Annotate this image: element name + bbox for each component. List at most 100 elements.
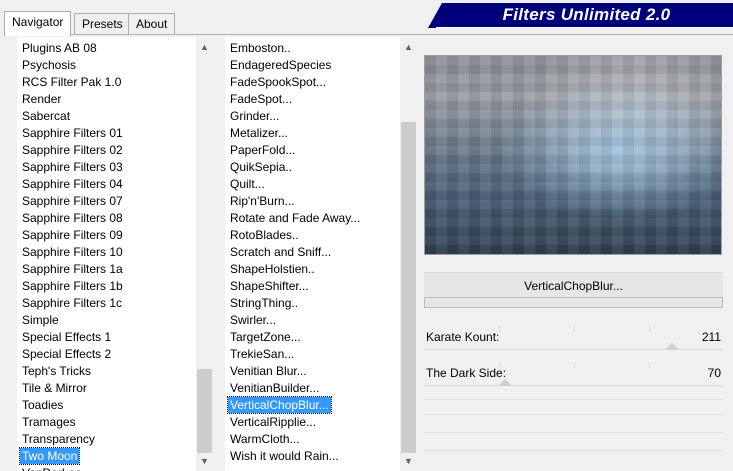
list-item[interactable]: Transparency: [17, 431, 196, 448]
list-item[interactable]: EndageredSpecies: [225, 57, 400, 74]
list-item[interactable]: Simple: [17, 312, 196, 329]
filter-name-label: VerticalChopBlur...: [424, 272, 723, 298]
list-item[interactable]: Sapphire Filters 03: [17, 159, 196, 176]
list-item[interactable]: QuikSepia..: [225, 159, 400, 176]
list-item-label: Sapphire Filters 10: [22, 245, 123, 259]
category-scroll-thumb[interactable]: [197, 369, 212, 453]
filter-scrollbar[interactable]: ▲ ▼: [400, 37, 417, 471]
list-item-label: Sapphire Filters 1c: [22, 296, 123, 310]
list-item[interactable]: Toadies: [17, 397, 196, 414]
slider-the-dark-side[interactable]: The Dark Side: 70: [424, 362, 723, 388]
list-item-label: Sapphire Filters 1a: [22, 262, 123, 276]
list-item[interactable]: Rotate and Fade Away...: [225, 210, 400, 227]
list-item-label: Teph's Tricks: [22, 364, 91, 378]
category-scrollbar[interactable]: ▲ ▼: [196, 37, 213, 471]
list-item[interactable]: VerticalRipplie...: [225, 414, 400, 431]
list-item[interactable]: Sapphire Filters 1a: [17, 261, 196, 278]
list-item-label: Quilt...: [230, 177, 265, 191]
list-item[interactable]: Special Effects 1: [17, 329, 196, 346]
list-item[interactable]: Venitian Blur...: [225, 363, 400, 380]
slider-value: 70: [707, 366, 721, 380]
list-item[interactable]: Sapphire Filters 10: [17, 244, 196, 261]
list-item[interactable]: Special Effects 2: [17, 346, 196, 363]
list-item[interactable]: Psychosis: [17, 57, 196, 74]
list-item-label: Rip'n'Burn...: [230, 194, 295, 208]
list-item-label: Render: [22, 92, 62, 106]
list-item[interactable]: Render: [17, 91, 196, 108]
list-item[interactable]: Plugins AB 08: [17, 40, 196, 57]
list-item[interactable]: StringThing..: [225, 295, 400, 312]
list-item-label: Simple: [22, 313, 59, 327]
list-item-label: Transparency: [22, 432, 95, 446]
list-item[interactable]: Sapphire Filters 08: [17, 210, 196, 227]
list-item-label: Emboston..: [230, 41, 291, 55]
category-list[interactable]: Plugins AB 08 Psychosis RCS Filter Pak 1.0…: [17, 37, 213, 471]
scroll-down-icon[interactable]: ▼: [400, 453, 417, 470]
list-item[interactable]: Metalizer...: [225, 125, 400, 142]
tab-navigator[interactable]: Navigator: [4, 11, 72, 36]
list-item-label: VenitianBuilder...: [230, 381, 320, 395]
list-item-label: Toadies: [22, 398, 64, 412]
slider-label: The Dark Side:: [426, 366, 507, 380]
list-item[interactable]: Tramages: [17, 414, 196, 431]
list-item[interactable]: VenitianBuilder...: [225, 380, 400, 397]
list-item[interactable]: Wish it would Rain...: [225, 448, 400, 465]
list-item[interactable]: Sapphire Filters 1b: [17, 278, 196, 295]
list-item-label: Sapphire Filters 01: [22, 126, 123, 140]
list-item-label: Sapphire Filters 09: [22, 228, 123, 242]
slider-value: 211: [701, 330, 721, 344]
filter-list[interactable]: Emboston.. EndageredSpecies FadeSpookSpot.…: [225, 37, 417, 471]
app-banner: Filters Unlimited 2.0: [428, 3, 733, 28]
list-item[interactable]: TargetZone...: [225, 329, 400, 346]
list-item[interactable]: Emboston..: [225, 40, 400, 57]
list-item[interactable]: Sapphire Filters 1c: [17, 295, 196, 312]
list-item[interactable]: PaperFold...: [225, 142, 400, 159]
list-item[interactable]: ShapeHolstien..: [225, 261, 400, 278]
list-item-label: Sapphire Filters 02: [22, 143, 123, 157]
list-item[interactable]: VerticalChopBlur...: [225, 396, 400, 414]
list-item-label: ShapeHolstien..: [230, 262, 315, 276]
list-item[interactable]: WarmCloth...: [225, 431, 400, 448]
list-item-label: Sabercat: [22, 109, 71, 123]
list-item[interactable]: Sapphire Filters 07: [17, 193, 196, 210]
list-item[interactable]: RotoBlades..: [225, 227, 400, 244]
list-item-label: Psychosis: [22, 58, 77, 72]
list-item[interactable]: Two Moon: [17, 447, 196, 465]
list-item[interactable]: TrekieSan...: [225, 346, 400, 363]
list-item[interactable]: Swirler...: [225, 312, 400, 329]
list-item[interactable]: Grinder...: [225, 108, 400, 125]
list-item[interactable]: Teph's Tricks: [17, 363, 196, 380]
list-item[interactable]: VanDerLee: [17, 465, 196, 471]
list-item[interactable]: Sapphire Filters 01: [17, 125, 196, 142]
empty-slider-row: [424, 450, 723, 451]
list-item-label: VerticalRipplie...: [230, 415, 317, 429]
list-item-label: Grinder...: [230, 109, 280, 123]
list-item-label: RotoBlades..: [230, 228, 299, 242]
scroll-down-icon[interactable]: ▼: [196, 453, 213, 470]
empty-slider-row: [424, 414, 723, 415]
list-item[interactable]: Quilt...: [225, 176, 400, 193]
list-item[interactable]: FadeSpookSpot...: [225, 74, 400, 91]
list-item[interactable]: Tile & Mirror: [17, 380, 196, 397]
list-item[interactable]: Sapphire Filters 02: [17, 142, 196, 159]
list-item[interactable]: Sapphire Filters 09: [17, 227, 196, 244]
list-item[interactable]: FadeSpot...: [225, 91, 400, 108]
scroll-up-icon[interactable]: ▲: [400, 39, 417, 56]
list-item-label: Tramages: [22, 415, 76, 429]
list-item[interactable]: Sabercat: [17, 108, 196, 125]
list-item[interactable]: ShapeShifter...: [225, 278, 400, 295]
progress-bar: [424, 297, 723, 308]
list-item[interactable]: Rip'n'Burn...: [225, 193, 400, 210]
list-item[interactable]: RCS Filter Pak 1.0: [17, 74, 196, 91]
tab-about[interactable]: About: [128, 13, 176, 35]
scroll-up-icon[interactable]: ▲: [196, 39, 213, 56]
slider-knob[interactable]: [497, 379, 512, 386]
tab-presets[interactable]: Presets: [74, 13, 131, 35]
list-item-label: VerticalChopBlur...: [227, 396, 332, 414]
list-item[interactable]: Scratch and Sniff...: [225, 244, 400, 261]
filter-scroll-thumb[interactable]: [401, 122, 416, 453]
slider-karate-kount[interactable]: Karate Kount: 211: [424, 326, 723, 352]
slider-knob[interactable]: [665, 343, 680, 350]
list-item[interactable]: Sapphire Filters 04: [17, 176, 196, 193]
list-item-label: FadeSpot...: [230, 92, 293, 106]
